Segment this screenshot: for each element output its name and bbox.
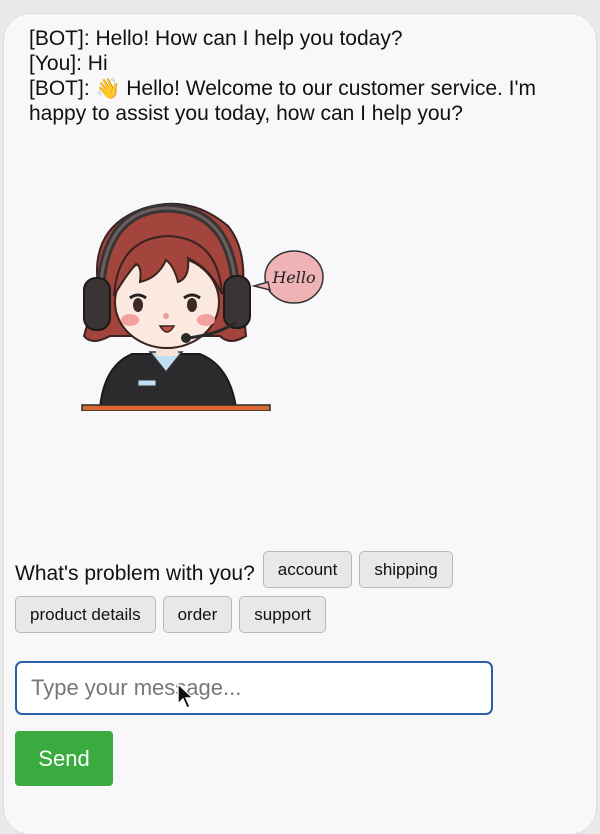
chat-log: [BOT]: Hello! How can I help you today? … xyxy=(29,26,584,126)
waving-hand-icon: 👋 xyxy=(95,76,121,100)
bot-welcome-message: [BOT]: 👋 Hello! Welcome to our customer … xyxy=(29,76,584,126)
bot-message: [BOT]: Hello! How can I help you today? xyxy=(29,27,403,50)
mouse-pointer-icon xyxy=(177,683,195,709)
quick-reply-order[interactable]: order xyxy=(162,596,233,633)
message-prefix: [BOT]: xyxy=(29,77,96,100)
user-message: [You]: Hi xyxy=(29,52,108,75)
message-input[interactable]: Type your message... xyxy=(15,661,493,715)
quick-reply-shipping[interactable]: shipping xyxy=(359,551,453,588)
quick-reply-question: What's problem with you? xyxy=(15,561,255,585)
send-button[interactable]: Send xyxy=(15,731,113,786)
quick-replies: What's problem with you? account shipping … xyxy=(15,551,575,641)
speech-bubble: Hello xyxy=(251,250,324,304)
quick-reply-product-details[interactable]: product details xyxy=(15,596,156,633)
speech-bubble-text: Hello xyxy=(271,268,315,287)
quick-reply-support[interactable]: support xyxy=(239,596,326,633)
support-agent-illustration: Hello xyxy=(81,202,324,411)
quick-reply-account[interactable]: account xyxy=(262,551,353,588)
